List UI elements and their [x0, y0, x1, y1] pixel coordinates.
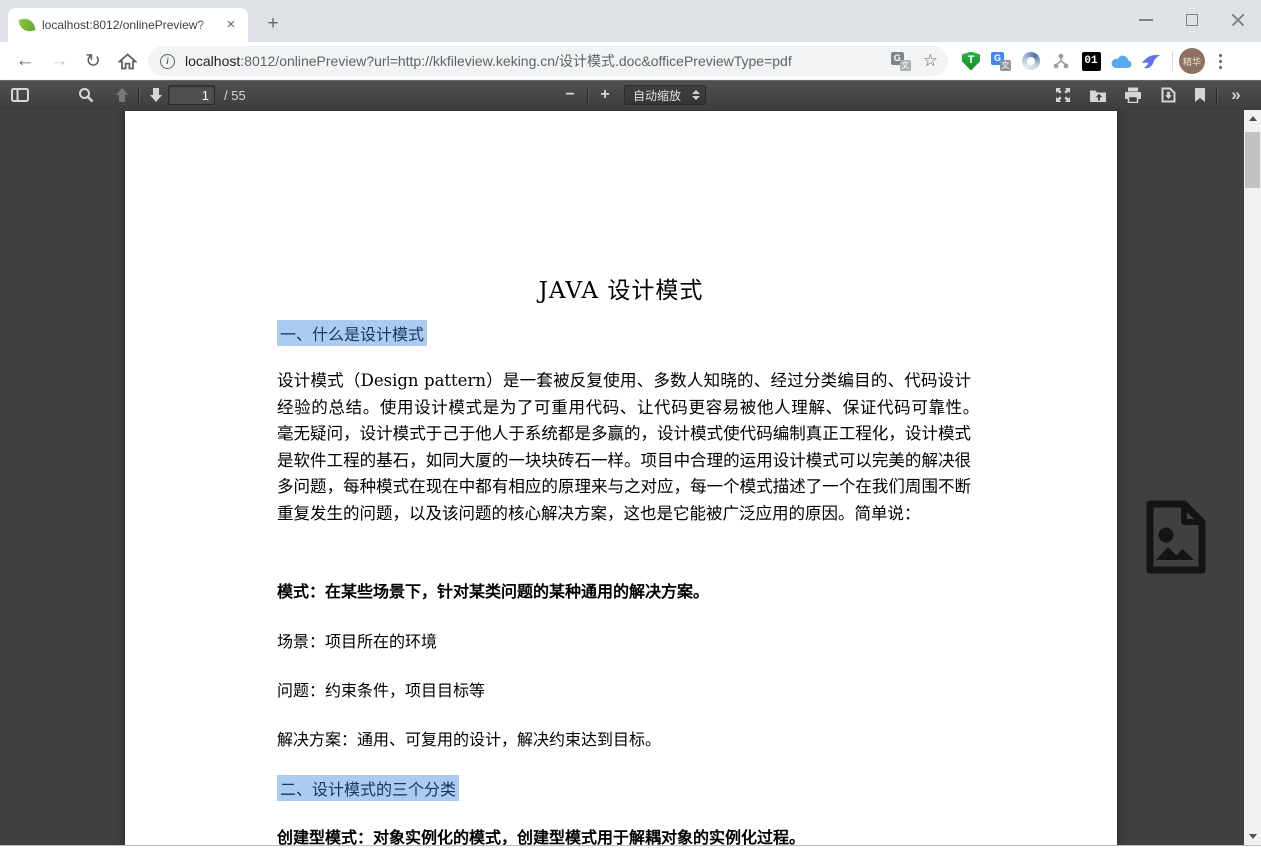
document-line-problem: 问题：约束条件，项目目标等 [277, 677, 485, 701]
sidebar-toggle-button[interactable] [6, 80, 34, 110]
browser-menu-button[interactable] [1205, 46, 1235, 76]
spring-leaf-favicon [18, 16, 35, 33]
image-file-icon [1143, 500, 1209, 574]
print-button[interactable] [1119, 80, 1147, 110]
document-line-scene: 场景：项目所在的环境 [277, 628, 437, 652]
browser-window: localhost:8012/onlinePreview? × + ← → ↻ … [0, 0, 1261, 857]
select-arrows-icon [692, 90, 700, 100]
document-heading-1: 一、什么是设计模式 [277, 320, 427, 346]
extensions-row: T G 文 01 精华 [956, 42, 1235, 80]
download-icon [1161, 87, 1176, 103]
url-bar[interactable]: i localhost:8012/onlinePreview?url=http:… [148, 46, 948, 76]
cloud-extension-icon[interactable] [1106, 46, 1136, 76]
previous-page-button[interactable] [108, 80, 136, 110]
translate-extension-icon[interactable]: G 文 [986, 46, 1016, 76]
scroll-up-icon [1249, 116, 1257, 121]
bookmark-view-button[interactable] [1186, 80, 1214, 110]
document-heading-2: 二、设计模式的三个分类 [277, 775, 459, 801]
document-title: JAVA 设计模式 [125, 271, 1117, 305]
toolbar-separator [138, 87, 139, 103]
scrollbar-thumb[interactable] [1245, 132, 1260, 188]
new-tab-button[interactable]: + [260, 12, 286, 38]
scroll-down-button[interactable] [1244, 828, 1261, 845]
scroll-up-button[interactable] [1244, 110, 1261, 127]
document-bold-line-creational: 创建型模式：对象实例化的模式，创建型模式用于解耦对象的实例化过程。 [277, 824, 805, 845]
folder-upload-icon [1089, 88, 1107, 103]
bookmark-star-icon[interactable]: ☆ [923, 51, 938, 71]
image-preview-button[interactable] [1141, 498, 1211, 576]
maximize-button[interactable] [1169, 0, 1215, 40]
toolbar-separator [587, 87, 588, 103]
pdf-page: JAVA 设计模式 一、什么是设计模式 设计模式（Design pattern）… [125, 111, 1117, 845]
presentation-mode-button[interactable] [1049, 80, 1077, 110]
bird-extension-icon[interactable] [1136, 46, 1166, 76]
back-button[interactable]: ← [10, 46, 40, 76]
toolbar-separator [1216, 87, 1217, 103]
site-info-icon[interactable]: i [160, 54, 175, 69]
home-button[interactable] [112, 46, 142, 76]
document-line-solution: 解决方案：通用、可复用的设计，解决约束达到目标。 [277, 726, 661, 750]
find-button[interactable] [72, 80, 100, 110]
minimize-button[interactable] [1123, 0, 1169, 40]
toolbar-separator [1172, 51, 1173, 71]
minimize-icon [1139, 19, 1153, 21]
scrollbar[interactable] [1244, 110, 1261, 845]
proxy-extension-icon[interactable] [1046, 46, 1076, 76]
bookmark-icon [1194, 87, 1206, 103]
browser-toolbar: ← → ↻ i localhost:8012/onlinePreview?url… [0, 42, 1261, 80]
page-number-input[interactable] [168, 85, 215, 105]
more-tools-button[interactable]: » [1222, 80, 1250, 110]
home-icon [118, 53, 137, 70]
document-bold-line-pattern: 模式：在某些场景下，针对某类问题的某种通用的解决方案。 [277, 578, 709, 602]
swirl-extension-icon[interactable] [1016, 46, 1046, 76]
zoom-in-button[interactable]: + [591, 80, 619, 110]
page-total-label: / 55 [224, 88, 246, 103]
tab-title: localhost:8012/onlinePreview? [42, 18, 210, 32]
pdf-toolbar: / 55 − + 自动缩放 » [0, 80, 1261, 110]
bottom-strip [0, 845, 1261, 857]
search-icon [78, 87, 94, 103]
refresh-button[interactable]: ↻ [78, 46, 108, 76]
arrow-up-icon [115, 87, 129, 103]
maximize-icon [1186, 14, 1198, 26]
badge-01-extension-icon[interactable]: 01 [1076, 46, 1106, 76]
translate-page-icon[interactable]: G 文 [891, 52, 911, 71]
profile-avatar[interactable]: 精华 [1179, 48, 1205, 74]
tab-strip: localhost:8012/onlinePreview? × + [0, 0, 1261, 42]
sidebar-icon [11, 88, 29, 102]
browser-tab[interactable]: localhost:8012/onlinePreview? × [8, 8, 248, 42]
window-controls [1123, 0, 1261, 40]
fullscreen-icon [1054, 86, 1072, 104]
pdf-viewer: JAVA 设计模式 一、什么是设计模式 设计模式（Design pattern）… [0, 110, 1261, 845]
printer-icon [1124, 87, 1142, 103]
document-paragraph: 设计模式（Design pattern）是一套被反复使用、多数人知晓的、经过分类… [277, 368, 971, 528]
url-text: localhost:8012/onlinePreview?url=http://… [185, 51, 891, 71]
tampermonkey-extension-icon[interactable]: T [956, 46, 986, 76]
scroll-down-icon [1249, 834, 1257, 839]
tab-title-fade [198, 14, 220, 36]
zoom-level-select[interactable]: 自动缩放 [624, 85, 706, 105]
close-button[interactable] [1215, 0, 1261, 40]
next-page-button[interactable] [142, 80, 170, 110]
kebab-menu-icon [1219, 60, 1222, 63]
zoom-level-value: 自动缩放 [633, 87, 681, 104]
tab-close-icon[interactable]: × [222, 16, 240, 34]
forward-button[interactable]: → [44, 46, 74, 76]
zoom-out-button[interactable]: − [556, 80, 584, 110]
arrow-down-icon [149, 87, 163, 103]
download-button[interactable] [1154, 80, 1182, 110]
open-file-button[interactable] [1084, 80, 1112, 110]
